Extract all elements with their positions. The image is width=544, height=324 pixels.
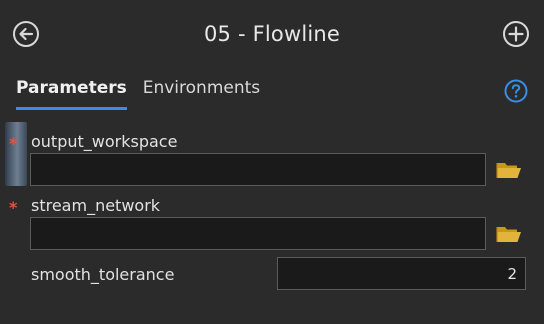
geoprocessing-pane: 05 - Flowline Parameters Environments * …	[0, 0, 544, 324]
tab-bar: Parameters Environments	[16, 78, 260, 110]
folder-open-icon	[496, 163, 521, 178]
output-workspace-input[interactable]	[30, 153, 486, 186]
output-workspace-browse-button[interactable]	[495, 158, 523, 182]
folder-open-icon	[496, 227, 521, 242]
required-marker: *	[9, 198, 18, 217]
add-button[interactable]	[502, 20, 530, 48]
smooth-tolerance-label: smooth_tolerance	[31, 265, 175, 284]
active-parameter-indicator	[5, 122, 27, 186]
plus-circle-icon	[503, 21, 529, 47]
tab-environments[interactable]: Environments	[143, 78, 260, 110]
help-button[interactable]	[504, 79, 528, 103]
pane-header: 05 - Flowline	[0, 0, 544, 70]
required-marker: *	[9, 134, 18, 153]
tool-title: 05 - Flowline	[203, 22, 341, 46]
stream-network-label: stream_network	[31, 196, 161, 215]
output-workspace-label: output_workspace	[31, 132, 178, 151]
stream-network-browse-button[interactable]	[495, 222, 523, 246]
smooth-tolerance-input[interactable]	[277, 257, 526, 290]
stream-network-input[interactable]	[30, 217, 486, 250]
help-question-icon	[504, 79, 528, 103]
tab-parameters[interactable]: Parameters	[16, 78, 127, 110]
